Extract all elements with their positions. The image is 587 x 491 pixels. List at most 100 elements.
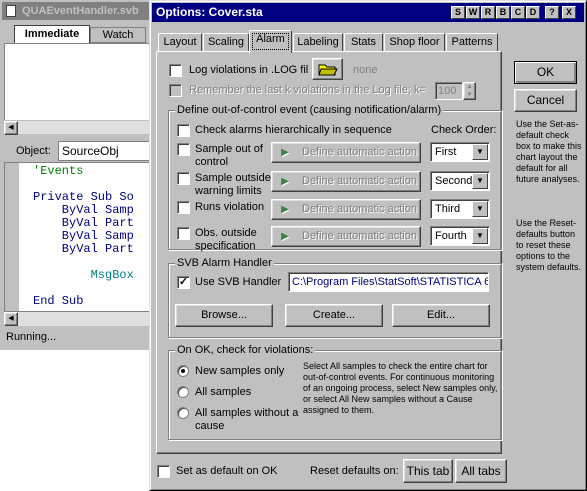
- all-samples-label[interactable]: All samples: [195, 386, 251, 399]
- help-button[interactable]: ?: [545, 6, 559, 19]
- cancel-button[interactable]: Cancel: [514, 89, 577, 112]
- title-button-s[interactable]: S: [451, 6, 465, 19]
- tab-layout[interactable]: Layout: [158, 33, 202, 52]
- tab-stats[interactable]: Stats: [344, 33, 383, 52]
- remember-label: Remember the last k violations in the Lo…: [189, 84, 426, 96]
- object-label: Object:: [16, 145, 51, 157]
- warning-limits-order-select[interactable]: Second ▼: [430, 171, 490, 191]
- use-svb-label[interactable]: Use SVB Handler: [195, 276, 281, 289]
- scroll-left-button[interactable]: ◀: [4, 121, 18, 135]
- title-button-r[interactable]: R: [481, 6, 495, 19]
- on-ok-group-title: On OK, check for violations:: [175, 344, 316, 356]
- macro-icon: ▶: [281, 231, 289, 242]
- tab-scaling[interactable]: Scaling: [203, 33, 249, 52]
- create-button[interactable]: Create...: [285, 304, 383, 327]
- obs-outside-spec-order-select[interactable]: Fourth ▼: [430, 226, 490, 246]
- close-button[interactable]: X: [562, 6, 576, 19]
- bg-window-titlebar[interactable]: QUAEventHandler.svb: [2, 2, 158, 20]
- code-line-1: 'Events: [33, 164, 84, 178]
- on-ok-description: Select All samples to check the entire c…: [303, 361, 498, 415]
- reset-defaults-label: Reset defaults on:: [310, 465, 399, 477]
- hierarchical-label[interactable]: Check alarms hierarchically in sequence: [195, 124, 392, 137]
- tab-labeling[interactable]: Labeling: [293, 33, 343, 52]
- code-line-9: MsgBox: [33, 268, 134, 282]
- define-event-group-title: Define out-of-control event (causing not…: [175, 104, 444, 116]
- ok-button[interactable]: OK: [514, 61, 577, 84]
- browse-button[interactable]: Browse...: [175, 304, 273, 327]
- tab-alarm[interactable]: Alarm: [249, 30, 292, 53]
- code-scroll-left-button[interactable]: ◀: [4, 312, 18, 326]
- tab-shop-floor[interactable]: Shop floor: [384, 33, 445, 52]
- object-select[interactable]: SourceObj: [58, 141, 158, 161]
- samples-without-cause-label[interactable]: All samples without a cause: [195, 407, 298, 433]
- warning-limits-checkbox[interactable]: [177, 172, 190, 185]
- edit-button[interactable]: Edit...: [392, 304, 490, 327]
- set-default-label[interactable]: Set as default on OK: [176, 465, 278, 478]
- runs-violation-order-select[interactable]: Third ▼: [430, 199, 490, 219]
- dropdown-arrow-icon: ▼: [472, 201, 488, 217]
- help-text-default: Use the Set-as-default check box to make…: [516, 119, 582, 184]
- help-text-reset: Use the Reset-defaults button to reset t…: [516, 218, 582, 272]
- out-of-control-label[interactable]: Sample out of control: [195, 143, 263, 169]
- bg-window: QUAEventHandler.svb Immediate Watch ◀ Ob…: [0, 0, 160, 350]
- code-line-11: End Sub: [33, 294, 84, 308]
- set-default-checkbox[interactable]: [157, 465, 170, 478]
- hierarchical-checkbox[interactable]: [177, 124, 190, 137]
- log-violations-label[interactable]: Log violations in .LOG fil: [189, 64, 308, 77]
- tab-immediate[interactable]: Immediate: [14, 25, 90, 43]
- new-samples-label[interactable]: New samples only: [195, 365, 284, 378]
- bg-window-title: QUAEventHandler.svb: [22, 5, 139, 17]
- out-of-control-order-select[interactable]: First ▼: [430, 142, 490, 162]
- tab-patterns[interactable]: Patterns: [446, 33, 498, 52]
- log-file-value: none: [353, 64, 378, 76]
- title-button-b[interactable]: B: [496, 6, 510, 19]
- options-dialog: Options: Cover.sta S W R B C D ? X Layou…: [149, 0, 587, 491]
- remember-k-input[interactable]: 100: [435, 82, 463, 100]
- svb-path-field[interactable]: C:\Program Files\StatSoft\STATISTICA 6: [288, 272, 489, 292]
- alarm-tab-page: Log violations in .LOG fil none Remember…: [156, 51, 502, 454]
- this-tab-button[interactable]: This tab: [403, 459, 453, 483]
- dropdown-arrow-icon: ▼: [472, 228, 488, 244]
- title-button-w[interactable]: W: [466, 6, 480, 19]
- remember-k-spinner[interactable]: ▲ ▼: [463, 82, 476, 100]
- log-violations-checkbox[interactable]: [169, 64, 182, 77]
- on-ok-group: On OK, check for violations: New samples…: [168, 344, 502, 440]
- out-of-control-action-button[interactable]: ▶ Define automatic action: [271, 142, 421, 163]
- dropdown-arrow-icon: ▼: [472, 144, 488, 160]
- all-tabs-button[interactable]: All tabs: [455, 459, 507, 483]
- runs-violation-label[interactable]: Runs violation: [195, 201, 264, 214]
- obs-outside-spec-label[interactable]: Obs. outside specification: [195, 227, 257, 253]
- code-margin: [5, 163, 19, 311]
- document-icon: [6, 5, 16, 17]
- svb-handler-group-title: SVB Alarm Handler: [175, 257, 274, 269]
- warning-limits-action-button[interactable]: ▶ Define automatic action: [271, 171, 421, 192]
- new-samples-radio[interactable]: [177, 365, 189, 377]
- dropdown-arrow-icon: ▼: [472, 173, 488, 189]
- out-of-control-checkbox[interactable]: [177, 143, 190, 156]
- runs-violation-checkbox[interactable]: [177, 201, 190, 214]
- define-event-group: Define out-of-control event (causing not…: [168, 104, 502, 253]
- title-button-c[interactable]: C: [511, 6, 525, 19]
- check-order-label: Check Order:: [431, 124, 497, 136]
- code-hscroll[interactable]: ◀: [4, 312, 158, 326]
- samples-without-cause-radio[interactable]: [177, 407, 189, 419]
- runs-violation-action-button[interactable]: ▶ Define automatic action: [271, 199, 421, 220]
- all-samples-radio[interactable]: [177, 386, 189, 398]
- tab-watch[interactable]: Watch: [90, 27, 146, 43]
- obs-outside-spec-checkbox[interactable]: [177, 227, 190, 240]
- status-text: Running...: [6, 331, 57, 343]
- folder-icon: [318, 64, 338, 76]
- obs-outside-spec-action-button[interactable]: ▶ Define automatic action: [271, 226, 421, 247]
- title-button-d[interactable]: D: [526, 6, 540, 19]
- dialog-title: Options: Cover.sta: [156, 5, 263, 19]
- remember-checkbox[interactable]: [169, 84, 182, 97]
- open-folder-button[interactable]: [312, 58, 343, 80]
- code-pane[interactable]: 'Events Private Sub So ByVal Samp ByVal …: [4, 162, 158, 312]
- bg-hscroll[interactable]: ◀: [4, 120, 158, 135]
- svb-handler-group: SVB Alarm Handler ✓ Use SVB Handler C:\P…: [168, 257, 502, 338]
- use-svb-checkbox[interactable]: ✓: [177, 276, 190, 289]
- macro-icon: ▶: [281, 176, 289, 187]
- warning-limits-label[interactable]: Sample outside warning limits: [195, 172, 271, 198]
- code-line-7: ByVal Part: [33, 242, 134, 256]
- macro-icon: ▶: [281, 204, 289, 215]
